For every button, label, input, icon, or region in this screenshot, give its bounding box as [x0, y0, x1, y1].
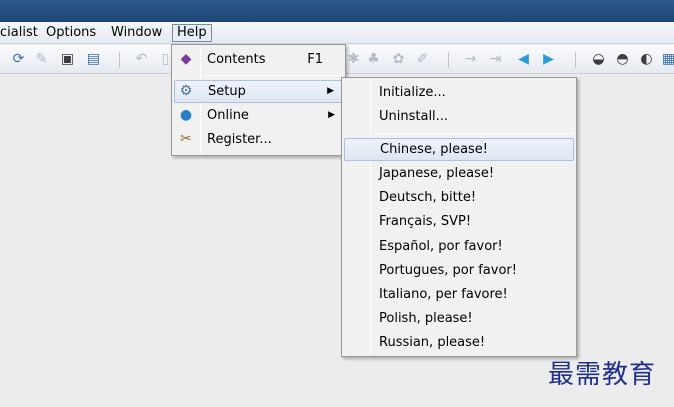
submenu-arrow-icon: ▶	[327, 86, 334, 96]
menu-separator	[374, 133, 574, 134]
menu-item-uninstall[interactable]: Uninstall...	[344, 105, 574, 128]
disk-icon-1[interactable]: ◒	[590, 51, 607, 68]
toolbar-separator	[448, 52, 449, 68]
chip-icon[interactable]: ▦	[660, 51, 674, 68]
disk-icon-2[interactable]: ◓	[614, 51, 631, 68]
tool-icon-1[interactable]: ✱	[345, 51, 362, 68]
menu-item-label: Russian, please!	[379, 335, 486, 350]
arrow-right-icon[interactable]: →	[462, 51, 479, 68]
menu-item-setup[interactable]: ⚙ Setup ▶	[174, 80, 343, 103]
menu-specialist[interactable]: cialist	[0, 24, 42, 42]
menu-item-label: Online	[207, 108, 249, 123]
menu-item-contents[interactable]: ◆ Contents F1	[174, 48, 343, 71]
disconnect-icon[interactable]: ✎	[33, 51, 50, 68]
menu-item-label: Español, por favor!	[379, 239, 503, 254]
menu-item-portugues[interactable]: Portugues, por favor!	[344, 259, 574, 282]
properties-icon[interactable]: ▣	[59, 51, 76, 68]
refresh-icon[interactable]: ⟳	[10, 51, 27, 68]
menu-item-espanol[interactable]: Español, por favor!	[344, 235, 574, 258]
menu-item-label: Uninstall...	[379, 109, 449, 124]
menu-item-label: Register...	[207, 132, 272, 147]
menu-item-online[interactable]: ● Online ▶	[174, 104, 343, 127]
menu-help[interactable]: Help	[172, 24, 212, 42]
menu-item-italiano[interactable]: Italiano, per favore!	[344, 283, 574, 306]
menu-item-polish[interactable]: Polish, please!	[344, 307, 574, 330]
menu-bar: cialist Options Window Help	[0, 22, 674, 44]
menu-item-deutsch[interactable]: Deutsch, bitte!	[344, 186, 574, 209]
menu-item-label: Chinese, please!	[380, 142, 489, 157]
menu-window[interactable]: Window	[107, 24, 166, 42]
forward-arrow-icon[interactable]: ▶	[540, 51, 557, 68]
menu-item-label: Contents	[207, 52, 266, 67]
menu-item-russian[interactable]: Russian, please!	[344, 331, 574, 354]
setup-submenu: Initialize... Uninstall... Chinese, plea…	[341, 77, 577, 357]
tools-icon: ✂	[180, 131, 192, 147]
menu-separator	[204, 75, 343, 76]
help-menu: ◆ Contents F1 ⚙ Setup ▶ ● Online ▶ ✂ Reg…	[171, 44, 346, 156]
folder-icon[interactable]: ▤	[85, 51, 102, 68]
tool-icon-2[interactable]: ♣	[365, 51, 382, 68]
menu-item-label: Français, SVP!	[379, 214, 472, 229]
menu-item-initialize[interactable]: Initialize...	[344, 81, 574, 104]
shortcut-label: F1	[307, 52, 323, 67]
submenu-arrow-icon: ▶	[328, 110, 335, 120]
menu-options[interactable]: Options	[42, 24, 100, 42]
menu-item-label: Italiano, per favore!	[379, 287, 508, 302]
menu-item-francais[interactable]: Français, SVP!	[344, 210, 574, 233]
drive-icon[interactable]: ◐	[638, 51, 655, 68]
window-titlebar	[0, 0, 674, 22]
menu-item-japanese[interactable]: Japanese, please!	[344, 162, 574, 185]
undo-icon[interactable]: ↶	[133, 51, 150, 68]
tool-icon-3[interactable]: ✿	[390, 51, 407, 68]
toolbar-separator	[119, 52, 120, 68]
globe-icon: ●	[179, 107, 193, 123]
menu-item-register[interactable]: ✂ Register...	[174, 128, 343, 151]
watermark-text: 最需教育	[548, 360, 657, 390]
menu-item-chinese[interactable]: Chinese, please!	[344, 138, 574, 161]
menu-item-label: Deutsch, bitte!	[379, 190, 477, 205]
menu-item-label: Japanese, please!	[379, 166, 495, 181]
menu-item-label: Initialize...	[379, 85, 446, 100]
menu-item-label: Setup	[208, 84, 246, 99]
toolbar-separator	[575, 52, 576, 68]
book-icon: ◆	[180, 51, 192, 67]
menu-item-label: Polish, please!	[379, 311, 473, 326]
back-arrow-icon[interactable]: ◀	[515, 51, 532, 68]
tool-icon-4[interactable]: ✐	[414, 51, 431, 68]
setup-icon: ⚙	[179, 83, 193, 99]
menu-item-label: Portugues, por favor!	[379, 263, 517, 278]
step-in-icon[interactable]: ⇥	[487, 51, 504, 68]
